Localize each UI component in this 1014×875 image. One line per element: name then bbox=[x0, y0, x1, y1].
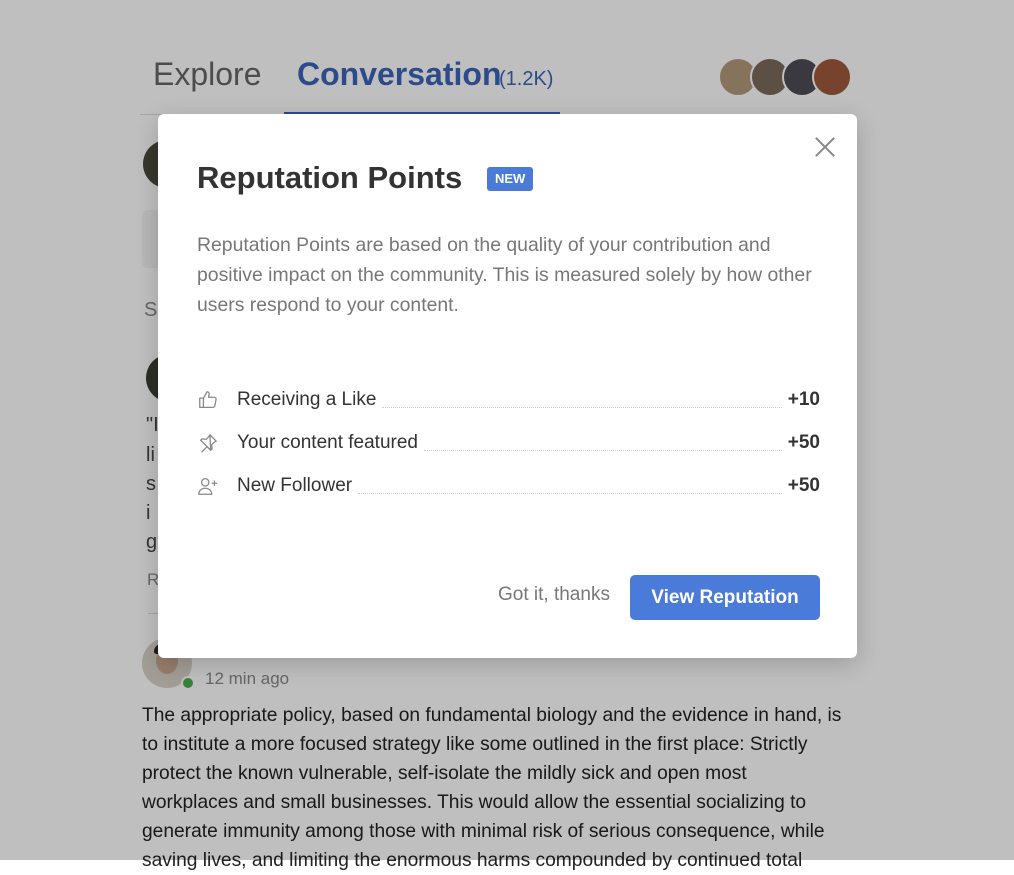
point-value: +50 bbox=[787, 474, 820, 496]
add-user-icon bbox=[198, 477, 218, 495]
list-item: New Follower +50 bbox=[197, 464, 820, 507]
reputation-modal: Reputation Points NEW Reputation Points … bbox=[158, 114, 857, 658]
point-label: Your content featured bbox=[237, 431, 418, 453]
dotted-leader bbox=[424, 450, 782, 451]
modal-description: Reputation Points are based on the quali… bbox=[197, 234, 812, 316]
point-value: +10 bbox=[787, 388, 820, 410]
point-label: New Follower bbox=[237, 474, 353, 496]
new-badge: NEW bbox=[487, 167, 534, 191]
pin-icon bbox=[200, 433, 217, 453]
list-item: Receiving a Like +10 bbox=[197, 378, 820, 421]
point-value: +50 bbox=[787, 431, 820, 453]
close-icon[interactable] bbox=[812, 134, 838, 160]
view-reputation-button[interactable]: View Reputation bbox=[630, 575, 820, 620]
modal-title: Reputation Points bbox=[197, 160, 463, 195]
point-label: Receiving a Like bbox=[237, 388, 377, 410]
dotted-leader bbox=[382, 407, 782, 408]
list-item: Your content featured +50 bbox=[197, 421, 820, 464]
dismiss-button[interactable]: Got it, thanks bbox=[498, 584, 610, 606]
points-list: Receiving a Like +10 Your content featur… bbox=[197, 378, 820, 507]
thumbs-up-icon bbox=[199, 390, 217, 408]
dotted-leader bbox=[358, 493, 782, 494]
